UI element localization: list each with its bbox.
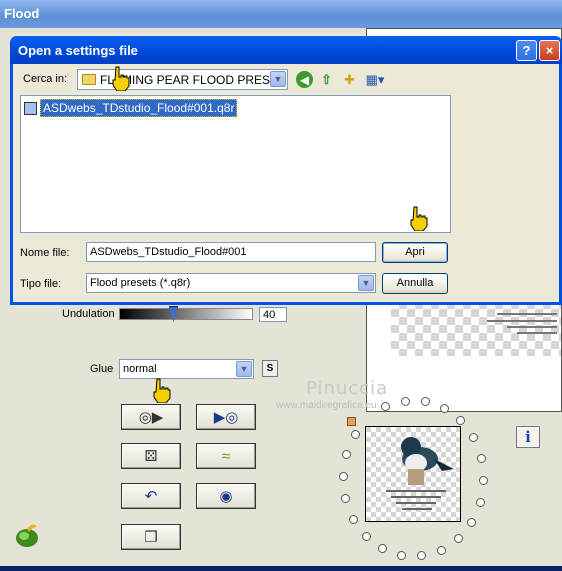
hand-pointer-icon (410, 206, 428, 231)
info-button[interactable]: i (516, 426, 540, 448)
disc-load-icon: ◎▶ (138, 409, 164, 426)
dialog-title: Open a settings file (10, 36, 562, 64)
save-preset-button[interactable]: ▶◎ (196, 404, 256, 430)
undulation-slider-thumb[interactable] (169, 306, 178, 322)
dial-dot (469, 433, 478, 442)
hand-pointer-icon (112, 66, 130, 91)
folder-icon (82, 74, 96, 85)
dial-dot (378, 544, 387, 553)
dial-dot (454, 534, 463, 543)
copy-button[interactable]: ❐ (121, 524, 181, 550)
dial-dot (476, 498, 485, 507)
view-menu-icon[interactable]: ▦▾ (364, 71, 386, 88)
glue-label: Glue (90, 363, 114, 375)
dial-dot (401, 397, 410, 406)
cancel-button[interactable]: Annulla (382, 273, 448, 294)
wave-icon: ≈ (221, 447, 231, 465)
dial-dot (381, 402, 390, 411)
file-name-field[interactable]: ASDwebs_TDstudio_Flood#001 (86, 242, 376, 262)
dial-handle[interactable] (347, 417, 356, 426)
file-name-label: Nome file: (20, 247, 70, 259)
up-folder-icon[interactable]: ⇧ (318, 71, 335, 88)
dial-dot (362, 532, 371, 541)
dial-dot (456, 416, 465, 425)
undulation-slider[interactable] (119, 306, 253, 322)
disc-save-icon: ▶◎ (213, 409, 239, 426)
file-name-text: ASDwebs_TDstudio_Flood#001.q8r (40, 99, 238, 117)
horizon-preview (365, 426, 461, 522)
flaming-pear-logo-icon (16, 524, 38, 547)
preset-file-icon (24, 101, 37, 115)
back-arrow-icon[interactable]: ◀ (296, 71, 313, 88)
undulation-label: Undulation (62, 308, 115, 320)
copy-icon: ❐ (144, 529, 158, 546)
bird-preview-small (366, 427, 460, 521)
open-settings-dialog: Open a settings file ? × Cerca in: FLAMI… (10, 36, 562, 305)
open-button[interactable]: Apri (382, 242, 448, 263)
file-type-value: Flood presets (*.q8r) (90, 277, 191, 289)
watermark-title: Pinuccia (306, 378, 389, 399)
look-in-label: Cerca in: (23, 73, 68, 85)
dial-dot (349, 515, 358, 524)
dial-dot (341, 494, 350, 503)
close-button[interactable]: × (539, 40, 560, 61)
load-preset-button[interactable]: ◎▶ (121, 404, 181, 430)
dialog-body: Cerca in: FLAMING PEAR FLOOD PRESET ▼ ◀ … (13, 64, 559, 302)
file-type-select[interactable]: Flood presets (*.q8r) ▼ (86, 273, 376, 293)
new-folder-icon[interactable]: ✚ (341, 71, 358, 88)
undo-button[interactable]: ↶ (121, 483, 181, 509)
watermark-url: www.maidiregrafica.eu (276, 400, 377, 411)
wave-button[interactable]: ≈ (196, 443, 256, 469)
dial-dot (477, 454, 486, 463)
help-button[interactable]: ? (516, 40, 537, 61)
dial-dot (397, 551, 406, 560)
file-type-label: Tipo file: (20, 278, 62, 290)
file-list[interactable]: ASDwebs_TDstudio_Flood#001.q8r (20, 95, 451, 233)
dial-dot (417, 551, 426, 560)
chevron-down-icon[interactable]: ▼ (270, 71, 286, 87)
dial-dot (437, 546, 446, 555)
randomize-button[interactable]: ⚄ (121, 443, 181, 469)
glue-s-button[interactable]: S (262, 360, 278, 377)
dial-dot (421, 397, 430, 406)
dial-dot (467, 518, 476, 527)
hand-pointer-icon (153, 378, 171, 403)
flood-window-bottom-border (0, 566, 562, 571)
glue-selected-value: normal (123, 363, 157, 375)
flood-window-title: Flood (0, 0, 562, 28)
undulation-value-field[interactable]: 40 (259, 307, 287, 322)
dial-dot (351, 430, 360, 439)
glue-select[interactable]: normal ▼ (119, 359, 254, 379)
dice-icon: ⚄ (144, 448, 158, 465)
dial-dot (339, 472, 348, 481)
dial-dot (440, 404, 449, 413)
ring-icon: ◉ (219, 488, 233, 505)
undo-icon: ↶ (144, 488, 158, 505)
dial-dot (342, 450, 351, 459)
list-item[interactable]: ASDwebs_TDstudio_Flood#001.q8r (24, 99, 238, 117)
chevron-down-icon[interactable]: ▼ (236, 361, 252, 377)
look-in-select[interactable]: FLAMING PEAR FLOOD PRESET ▼ (77, 69, 288, 90)
dial-dot (479, 476, 488, 485)
reset-button[interactable]: ◉ (196, 483, 256, 509)
chevron-down-icon[interactable]: ▼ (358, 275, 374, 291)
